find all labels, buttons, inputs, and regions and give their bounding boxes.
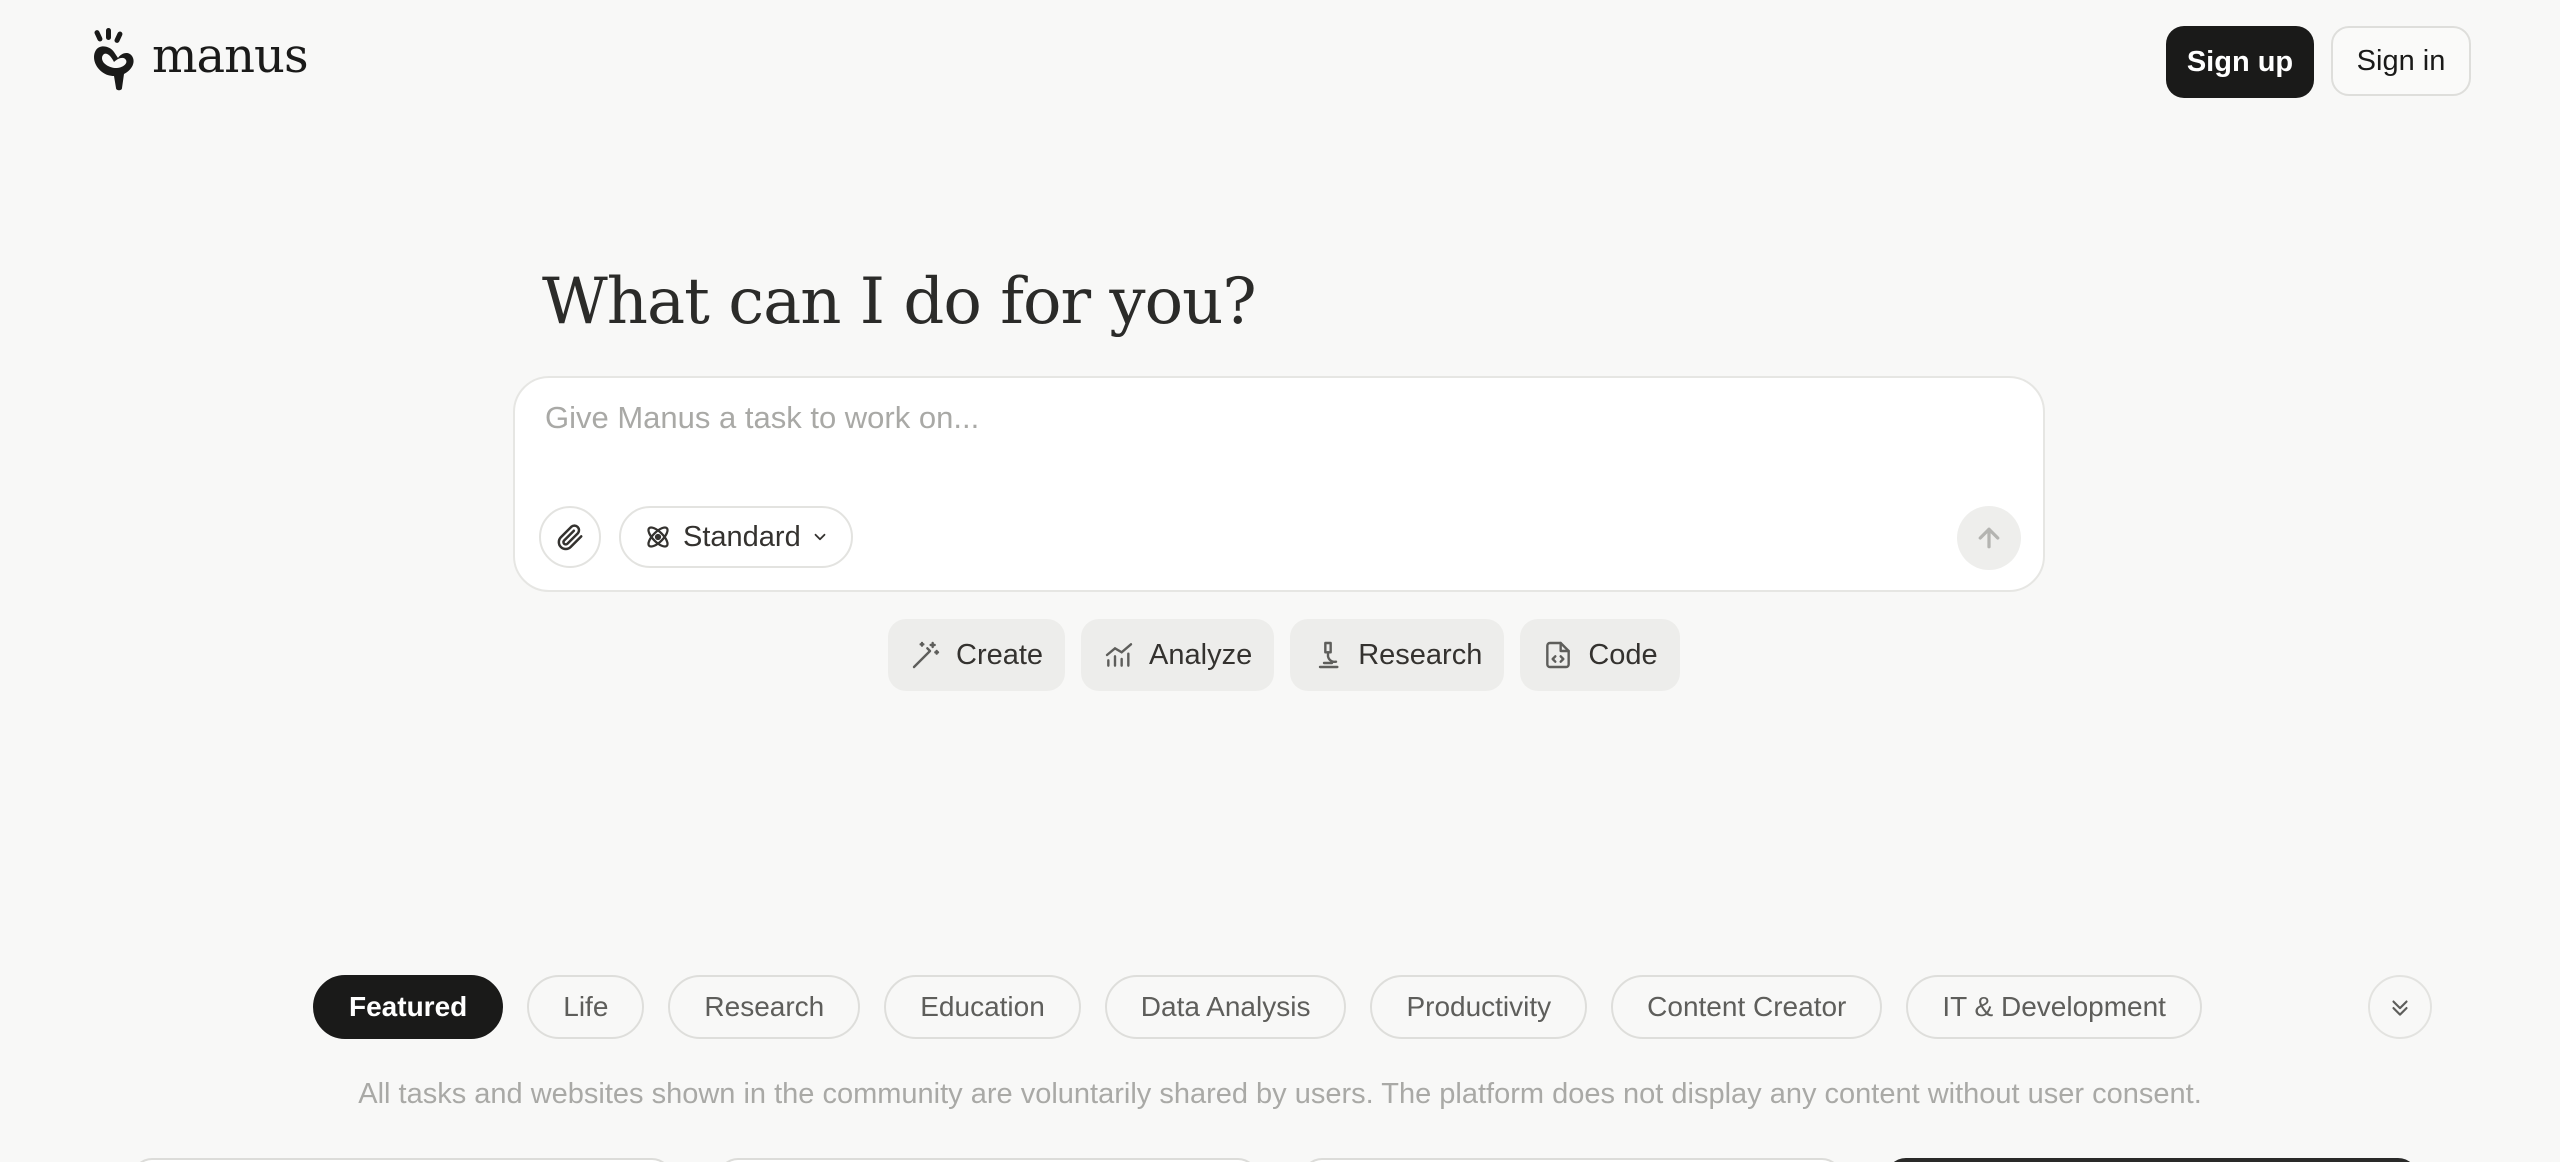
research-chip[interactable]: Research (1290, 619, 1505, 691)
manus-hand-icon (94, 28, 134, 91)
atom-icon (647, 526, 669, 548)
task-input[interactable] (545, 400, 2005, 460)
sign-up-button[interactable]: Sign up (2166, 26, 2314, 98)
gallery-card[interactable] (718, 1158, 1258, 1162)
brand-name: manus (152, 28, 309, 84)
chevron-down-icon (814, 533, 826, 541)
gallery-card[interactable] (1302, 1158, 1842, 1162)
double-chevron-down-icon (2392, 1000, 2408, 1016)
brand-logo[interactable]: manus (90, 28, 309, 92)
expand-categories-button[interactable] (2368, 975, 2432, 1039)
create-chip[interactable]: Create (888, 619, 1066, 691)
tab-life[interactable]: Life (527, 975, 645, 1039)
tab-it-development[interactable]: IT & Development (1906, 975, 2202, 1039)
attach-button[interactable] (539, 506, 601, 568)
code-file-icon (1546, 641, 1571, 669)
bar-chart-icon (1105, 643, 1133, 667)
mode-label: Standard (683, 520, 801, 553)
arrow-up-icon (1978, 527, 2000, 549)
category-tabs: Featured Life Research Education Data An… (313, 975, 2202, 1039)
gallery-card[interactable] (132, 1158, 672, 1162)
gallery-card[interactable] (1886, 1158, 2418, 1162)
create-label: Create (956, 638, 1044, 671)
tab-productivity[interactable]: Productivity (1370, 975, 1588, 1039)
analyze-label: Analyze (1149, 638, 1253, 671)
page-title: What can I do for you? (542, 265, 1257, 339)
mode-selector[interactable]: Standard (619, 506, 853, 568)
research-label: Research (1358, 638, 1483, 671)
tab-research[interactable]: Research (668, 975, 861, 1039)
quick-actions: Create Analyze Research Code (888, 619, 1680, 691)
send-button[interactable] (1957, 506, 2021, 570)
tab-content-creator[interactable]: Content Creator (1611, 975, 1883, 1039)
community-notice: All tasks and websites shown in the comm… (358, 1078, 2202, 1110)
task-composer: Standard (513, 376, 2045, 592)
sign-in-button[interactable]: Sign in (2331, 26, 2471, 96)
page: manus Sign up Sign in What can I do for … (0, 0, 2560, 1162)
tab-featured[interactable]: Featured (313, 975, 504, 1039)
tab-education[interactable]: Education (884, 975, 1081, 1039)
analyze-chip[interactable]: Analyze (1081, 619, 1275, 691)
code-label: Code (1588, 638, 1658, 671)
magic-wand-icon (912, 641, 940, 669)
code-chip[interactable]: Code (1520, 619, 1680, 691)
microscope-icon (1319, 641, 1339, 669)
paperclip-icon (557, 524, 583, 551)
tab-data-analysis[interactable]: Data Analysis (1104, 975, 1347, 1039)
gallery-cards (0, 1158, 2560, 1162)
